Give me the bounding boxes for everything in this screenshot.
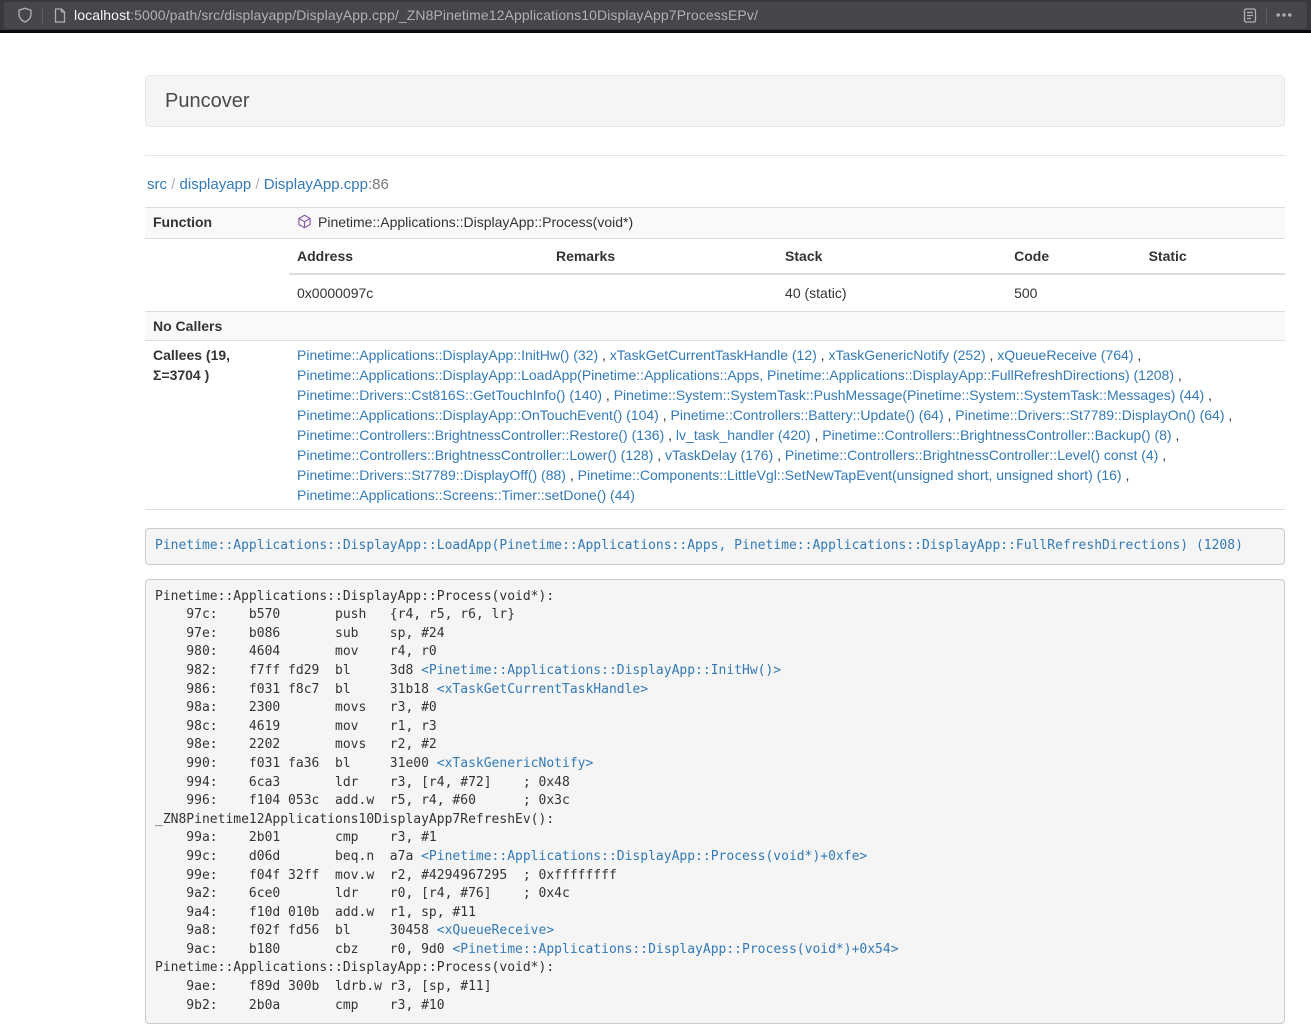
function-row: Function Pinetime::Applications::Display… — [145, 208, 1285, 239]
asm-symbol-link[interactable]: <Pinetime::Applications::DisplayApp::Pro… — [421, 849, 867, 864]
callee-link[interactable]: lv_task_handler (420) — [676, 427, 811, 443]
callee-link[interactable]: Pinetime::Controllers::BrightnessControl… — [785, 447, 1158, 463]
assembly-listing: Pinetime::Applications::DisplayApp::Proc… — [145, 579, 1285, 1024]
no-callers-row: No Callers — [145, 312, 1285, 341]
function-name-cell: Pinetime::Applications::DisplayApp::Proc… — [289, 208, 1285, 239]
column-header-static: Static — [1141, 239, 1285, 274]
breadcrumb-links: src / displayapp / DisplayApp.cpp — [147, 176, 368, 193]
no-callers-cell — [289, 312, 1285, 341]
no-callers-label: No Callers — [145, 312, 289, 341]
address-value: 0x0000097c — [289, 274, 548, 311]
callees-row: Callees (19, Σ=3704 ) Pinetime::Applicat… — [145, 341, 1285, 510]
callee-link[interactable]: Pinetime::Applications::DisplayApp::Load… — [297, 367, 1174, 383]
callees-list: Pinetime::Applications::DisplayApp::Init… — [289, 341, 1285, 510]
callee-link[interactable]: Pinetime::Applications::Screens::Timer::… — [297, 487, 635, 503]
url-text[interactable]: localhost:5000/path/src/displayapp/Displ… — [74, 7, 1234, 23]
stack-value: 40 (static) — [777, 274, 1006, 311]
main-content: Puncover src / displayapp / DisplayApp.c… — [145, 33, 1285, 1024]
reader-mode-icon[interactable] — [1234, 8, 1266, 23]
callee-link[interactable]: xTaskGenericNotify (252) — [828, 347, 985, 363]
url-path: :5000/path/src/displayapp/DisplayApp.cpp… — [130, 7, 758, 23]
remarks-value — [548, 274, 777, 311]
stats-table: AddressRemarksStackCodeStatic 0x0000097c… — [289, 239, 1285, 311]
asm-symbol-link[interactable]: <Pinetime::Applications::DisplayApp::Ini… — [421, 663, 781, 678]
callees-label: Callees (19, Σ=3704 ) — [145, 341, 289, 510]
column-header-stack: Stack — [777, 239, 1006, 274]
callee-link[interactable]: Pinetime::System::SystemTask::PushMessag… — [614, 387, 1205, 403]
static-value — [1141, 274, 1285, 311]
breadcrumb: src / displayapp / DisplayApp.cpp:86 — [147, 174, 1285, 196]
source-line-snippet: Pinetime::Applications::DisplayApp::Load… — [145, 528, 1285, 565]
code-value: 500 — [1006, 274, 1140, 311]
asm-symbol-link[interactable]: <xQueueReceive> — [437, 923, 554, 938]
breadcrumb-separator: / — [167, 176, 180, 193]
url-host: localhost — [74, 7, 130, 23]
callee-link[interactable]: Pinetime::Controllers::BrightnessControl… — [297, 427, 664, 443]
callee-link[interactable]: xQueueReceive (764) — [997, 347, 1133, 363]
callee-link[interactable]: Pinetime::Components::LittleVgl::SetNewT… — [578, 467, 1122, 483]
stats-table-cell: AddressRemarksStackCodeStatic 0x0000097c… — [289, 239, 1285, 312]
callee-link[interactable]: xTaskGetCurrentTaskHandle (12) — [610, 347, 817, 363]
breadcrumb-link[interactable]: src — [147, 176, 167, 193]
function-name: Pinetime::Applications::DisplayApp::Proc… — [318, 214, 633, 230]
breadcrumb-separator: / — [251, 176, 264, 193]
function-label: Function — [145, 208, 289, 239]
package-icon — [297, 214, 312, 234]
function-table: Function Pinetime::Applications::Display… — [145, 207, 1285, 510]
callee-link[interactable]: vTaskDelay (176) — [665, 447, 773, 463]
asm-symbol-link[interactable]: <xTaskGenericNotify> — [437, 756, 594, 771]
divider-rule — [145, 155, 1285, 156]
callee-link[interactable]: Pinetime::Controllers::Battery::Update()… — [671, 407, 944, 423]
callee-link[interactable]: Pinetime::Drivers::Cst816S::GetTouchInfo… — [297, 387, 602, 403]
url-bar[interactable]: localhost:5000/path/src/displayapp/Displ… — [4, 2, 1307, 29]
breadcrumb-line-number: :86 — [368, 176, 389, 193]
page-actions-icon[interactable] — [1267, 13, 1301, 17]
shield-icon[interactable] — [17, 7, 33, 23]
callee-link[interactable]: Pinetime::Applications::DisplayApp::OnTo… — [297, 407, 659, 423]
stats-row-spacer — [145, 239, 289, 312]
column-header-code: Code — [1006, 239, 1140, 274]
breadcrumb-link[interactable]: DisplayApp.cpp — [264, 176, 368, 193]
stats-header-row: AddressRemarksStackCodeStatic — [289, 239, 1285, 274]
breadcrumb-link[interactable]: displayapp — [180, 176, 252, 193]
page-title: Puncover — [165, 90, 250, 112]
site-identity-box[interactable] — [10, 7, 42, 23]
page-icon — [43, 8, 74, 23]
callee-link[interactable]: Pinetime::Controllers::BrightnessControl… — [297, 447, 653, 463]
asm-symbol-link[interactable]: <xTaskGetCurrentTaskHandle> — [437, 682, 648, 697]
callee-link[interactable]: Pinetime::Controllers::BrightnessControl… — [822, 427, 1171, 443]
callee-link[interactable]: Pinetime::Applications::DisplayApp::Init… — [297, 347, 598, 363]
loadapp-link[interactable]: Pinetime::Applications::DisplayApp::Load… — [155, 538, 1243, 553]
app-title-panel: Puncover — [145, 75, 1285, 127]
browser-toolbar: localhost:5000/path/src/displayapp/Displ… — [0, 0, 1311, 33]
column-header-address: Address — [289, 239, 548, 274]
asm-symbol-link[interactable]: <Pinetime::Applications::DisplayApp::Pro… — [452, 942, 898, 957]
stats-row: AddressRemarksStackCodeStatic 0x0000097c… — [145, 239, 1285, 312]
column-header-remarks: Remarks — [548, 239, 777, 274]
table-row: 0x0000097c 40 (static) 500 — [289, 274, 1285, 311]
callee-link[interactable]: Pinetime::Drivers::St7789::DisplayOff() … — [297, 467, 566, 483]
callee-link[interactable]: Pinetime::Drivers::St7789::DisplayOn() (… — [955, 407, 1224, 423]
